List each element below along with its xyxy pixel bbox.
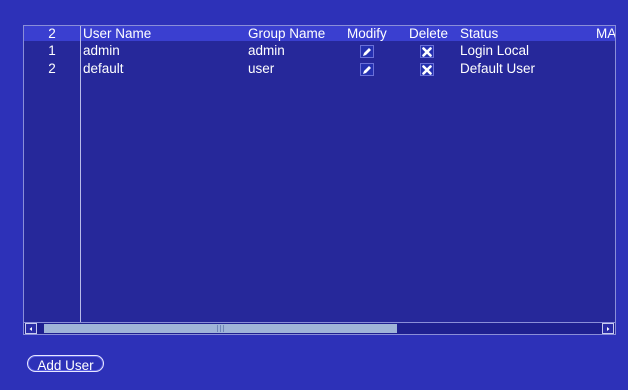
thumb-grip xyxy=(220,325,221,332)
modify-button[interactable] xyxy=(360,45,374,58)
modify-button[interactable] xyxy=(360,63,374,76)
table-header-row: 2 User Name Group Name Modify Delete Sta… xyxy=(24,26,615,41)
x-icon xyxy=(422,46,432,57)
row-status: Default User xyxy=(460,61,536,76)
header-count: 2 xyxy=(48,26,56,41)
thumb-grip xyxy=(217,325,218,332)
pencil-icon xyxy=(363,47,371,56)
row-user-name: admin xyxy=(83,43,120,58)
scrollbar-thumb[interactable] xyxy=(44,324,397,333)
scroll-left-button[interactable] xyxy=(25,323,37,334)
row-index: 1 xyxy=(48,43,56,58)
row-index: 2 xyxy=(48,61,56,76)
thumb-grip xyxy=(223,325,224,332)
horizontal-scrollbar[interactable] xyxy=(24,322,615,334)
header-status[interactable]: Status xyxy=(460,26,498,41)
header-user-name[interactable]: User Name xyxy=(83,26,151,41)
scroll-left-icon xyxy=(29,326,32,331)
row-group-name: admin xyxy=(248,43,285,58)
scroll-right-button[interactable] xyxy=(602,323,614,334)
pencil-icon xyxy=(363,65,371,74)
delete-button[interactable] xyxy=(420,45,434,58)
header-group-name[interactable]: Group Name xyxy=(248,26,325,41)
header-mac[interactable]: MA xyxy=(596,26,615,41)
row-user-name: default xyxy=(83,61,124,76)
row-status: Login Local xyxy=(460,43,530,58)
add-user-button[interactable]: Add User xyxy=(27,355,104,373)
column-divider xyxy=(80,26,81,322)
header-modify: Modify xyxy=(347,26,387,41)
row-group-name: user xyxy=(248,61,275,76)
user-table: 2 User Name Group Name Modify Delete Sta… xyxy=(23,25,616,335)
header-delete: Delete xyxy=(409,26,449,41)
delete-button[interactable] xyxy=(420,63,434,76)
scroll-right-icon xyxy=(607,326,610,331)
x-icon xyxy=(422,64,432,75)
